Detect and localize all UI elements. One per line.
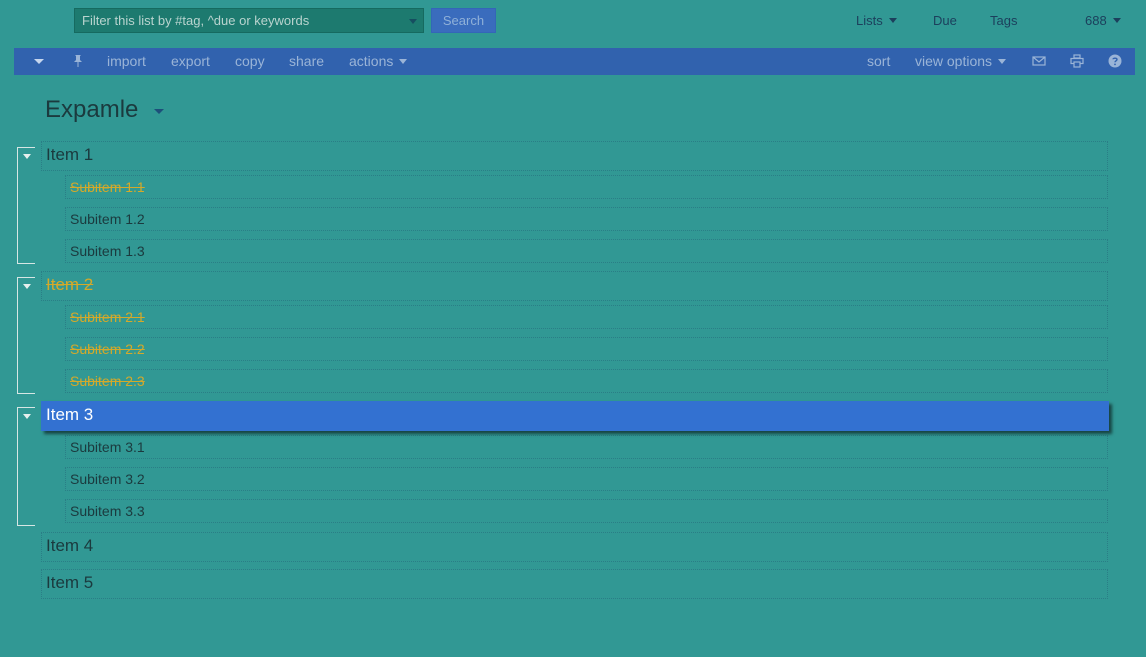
import-button[interactable]: import <box>107 53 146 70</box>
filter-dropdown-icon[interactable] <box>409 19 417 24</box>
view-options-menu[interactable]: view options <box>915 53 1007 70</box>
share-button[interactable]: share <box>289 53 324 70</box>
actions-menu[interactable]: actions <box>349 53 408 70</box>
count-label: 688 <box>1085 13 1107 28</box>
subitem-1-2[interactable]: Subitem 1.2 <box>65 207 1108 231</box>
due-link[interactable]: Due <box>933 12 957 29</box>
toolbar: import export copy share actions sort vi… <box>14 48 1135 75</box>
copy-button[interactable]: copy <box>235 53 265 70</box>
tags-link[interactable]: Tags <box>990 12 1017 29</box>
actions-label: actions <box>349 53 394 69</box>
help-icon[interactable] <box>1108 54 1122 68</box>
print-icon[interactable] <box>1070 54 1084 68</box>
export-button[interactable]: export <box>171 53 210 70</box>
list-title[interactable]: Expamle <box>45 96 138 124</box>
list-item-1[interactable]: Item 1 <box>41 141 1108 171</box>
pin-icon[interactable] <box>71 54 85 68</box>
subitem-2-1[interactable]: Subitem 2.1 <box>65 305 1108 329</box>
lists-menu[interactable]: Lists <box>856 12 897 29</box>
chevron-down-icon <box>888 18 897 23</box>
collapse-toggle-icon[interactable] <box>23 154 31 159</box>
subitem-3-3[interactable]: Subitem 3.3 <box>65 499 1108 523</box>
sort-button[interactable]: sort <box>867 53 890 70</box>
filter-placeholder: Filter this list by #tag, ^due or keywor… <box>82 13 310 28</box>
list-item-2[interactable]: Item 2 <box>41 271 1108 301</box>
account-menu[interactable]: 688 <box>1085 12 1121 29</box>
group-bracket <box>17 407 35 526</box>
group-bracket <box>17 277 35 394</box>
chevron-down-icon <box>998 59 1007 64</box>
group-bracket <box>17 147 35 264</box>
mail-icon[interactable] <box>1032 54 1046 68</box>
filter-input[interactable]: Filter this list by #tag, ^due or keywor… <box>74 8 424 33</box>
top-bar: Filter this list by #tag, ^due or keywor… <box>0 0 1146 42</box>
subitem-3-1[interactable]: Subitem 3.1 <box>65 435 1108 459</box>
collapse-toggle-icon[interactable] <box>23 284 31 289</box>
list-item-4[interactable]: Item 4 <box>41 532 1108 562</box>
search-button[interactable]: Search <box>431 8 496 33</box>
subitem-2-2[interactable]: Subitem 2.2 <box>65 337 1108 361</box>
lists-label: Lists <box>856 13 883 28</box>
chevron-down-icon <box>399 59 408 64</box>
view-options-label: view options <box>915 53 993 69</box>
subitem-2-3[interactable]: Subitem 2.3 <box>65 369 1108 393</box>
subitem-3-2[interactable]: Subitem 3.2 <box>65 467 1108 491</box>
list-item-5[interactable]: Item 5 <box>41 569 1108 599</box>
collapse-toggle-icon[interactable] <box>23 414 31 419</box>
list-item-3[interactable]: Item 3 <box>41 401 1109 431</box>
title-dropdown-icon[interactable] <box>154 109 164 114</box>
subitem-1-1[interactable]: Subitem 1.1 <box>65 175 1108 199</box>
chevron-down-icon[interactable] <box>32 55 46 69</box>
subitem-1-3[interactable]: Subitem 1.3 <box>65 239 1108 263</box>
chevron-down-icon <box>1112 18 1121 23</box>
